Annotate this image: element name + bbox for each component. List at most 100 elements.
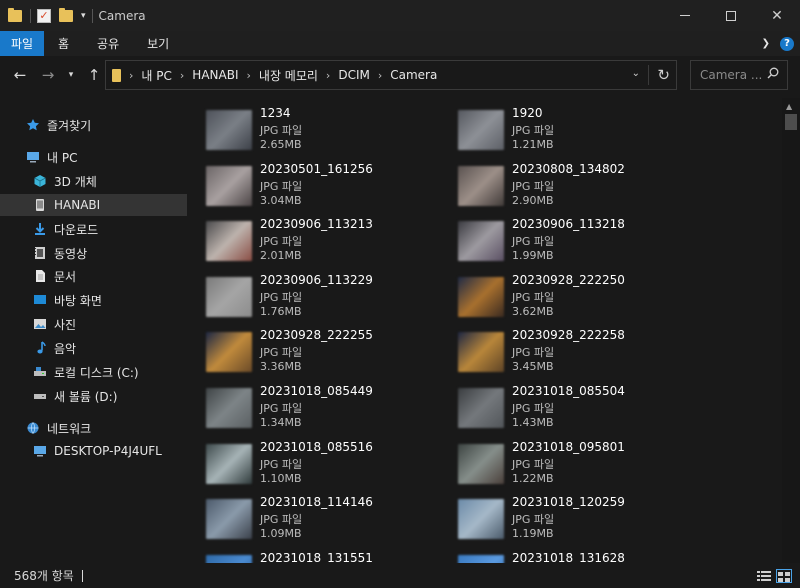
breadcrumb-hanabi[interactable]: HANABI: [192, 68, 238, 82]
sidebar-item-computer[interactable]: 내 PC: [0, 146, 187, 168]
sidebar-item-cube[interactable]: 3D 개체: [0, 170, 187, 192]
file-item[interactable]: 20230928_222255 JPG 파일 3.36MB: [188, 326, 438, 376]
file-item[interactable]: 1234 JPG 파일 2.65MB: [188, 104, 438, 154]
file-thumbnail: [206, 276, 252, 317]
breadcrumb-this-pc[interactable]: 내 PC: [141, 67, 171, 84]
sidebar-item-network[interactable]: 네트워크: [0, 417, 187, 439]
file-item[interactable]: 20231018_085516 JPG 파일 1.10MB: [188, 438, 438, 488]
search-placeholder: Camera ...: [700, 68, 763, 82]
help-icon[interactable]: ?: [780, 36, 794, 51]
sidebar-item-pictures[interactable]: 사진: [0, 313, 187, 335]
file-name: 20231018_114146: [260, 495, 373, 510]
minimize-button[interactable]: [662, 0, 708, 31]
file-item[interactable]: 20231018_120259 JPG 파일 1.19MB: [440, 493, 690, 543]
sidebar-item-label: 즐겨찾기: [47, 118, 92, 133]
properties-icon[interactable]: ✓: [37, 8, 53, 24]
back-button[interactable]: ←: [10, 65, 30, 85]
file-size: 1.99MB: [512, 249, 554, 263]
file-size: 2.01MB: [260, 249, 302, 263]
sidebar-item-video[interactable]: 동영상: [0, 242, 187, 264]
folder-icon[interactable]: [8, 7, 24, 24]
sidebar-item-drive-d[interactable]: 새 볼륨 (D:): [0, 385, 187, 407]
tab-share[interactable]: 공유: [83, 31, 133, 56]
file-item[interactable]: 20230928_222258 JPG 파일 3.45MB: [440, 326, 690, 376]
breadcrumb-separator-icon[interactable]: ›: [378, 69, 382, 82]
file-thumbnail: [206, 110, 252, 150]
breadcrumb-camera[interactable]: Camera: [390, 68, 437, 82]
sidebar-item-label: 네트워크: [47, 421, 92, 436]
file-item[interactable]: 20231018_131551: [188, 549, 438, 563]
file-type: JPG 파일: [260, 179, 303, 193]
file-item[interactable]: 20230501_161256 JPG 파일 3.04MB: [188, 160, 438, 210]
address-bar[interactable]: › 내 PC › HANABI › 내장 메모리 › DCIM › Camera…: [105, 60, 677, 90]
breadcrumb-separator-icon[interactable]: ›: [326, 69, 330, 82]
sidebar-item-label: 내 PC: [47, 150, 78, 165]
sidebar-item-device[interactable]: HANABI: [0, 194, 187, 216]
scroll-up-icon[interactable]: ▲: [786, 102, 792, 111]
new-folder-icon[interactable]: [59, 7, 75, 24]
details-view-icon[interactable]: [757, 570, 771, 582]
tab-view[interactable]: 보기: [133, 31, 183, 56]
tab-home[interactable]: 홈: [44, 31, 83, 56]
file-item[interactable]: 20231018_114146 JPG 파일 1.09MB: [188, 493, 438, 543]
sidebar-item-label: 음악: [54, 341, 77, 356]
file-item[interactable]: 20231018_131628: [440, 549, 690, 563]
file-item[interactable]: 20230928_222250 JPG 파일 3.62MB: [440, 271, 690, 321]
pictures-icon: [33, 317, 47, 331]
sidebar-item-star[interactable]: 즐겨찾기: [0, 114, 187, 136]
expand-ribbon-icon[interactable]: ❯: [762, 38, 770, 49]
up-button[interactable]: ↑: [84, 65, 104, 85]
sidebar-item-download[interactable]: 다운로드: [0, 218, 187, 240]
customize-dropdown-icon[interactable]: ▾: [81, 11, 86, 21]
cube-icon: [33, 174, 47, 188]
file-item[interactable]: 20230906_113213 JPG 파일 2.01MB: [188, 215, 438, 265]
file-item[interactable]: 20231018_085449 JPG 파일 1.34MB: [188, 382, 438, 432]
maximize-button[interactable]: [708, 0, 754, 31]
navigation-bar: ← → ▾ ↑ › 내 PC › HANABI › 내장 메모리 › DCIM …: [0, 56, 800, 94]
recent-locations-button[interactable]: ▾: [64, 65, 78, 85]
sidebar-item-document[interactable]: 문서: [0, 265, 187, 287]
file-name: 20230808_134802: [512, 161, 625, 176]
close-button[interactable]: ✕: [754, 0, 800, 31]
tiles-view-icon[interactable]: [776, 569, 792, 583]
file-type: JPG 파일: [260, 457, 303, 471]
file-type: JPG 파일: [260, 235, 303, 249]
file-thumbnail: [458, 443, 504, 484]
breadcrumb-separator-icon[interactable]: ›: [180, 69, 184, 82]
file-thumbnail: [458, 332, 504, 373]
breadcrumb-separator-icon[interactable]: ›: [247, 69, 251, 82]
file-thumbnail: [206, 499, 252, 540]
tab-file[interactable]: 파일: [0, 31, 44, 56]
sidebar-item-drive-c[interactable]: 로컬 디스크 (C:): [0, 361, 187, 383]
search-box[interactable]: Camera ...: [690, 60, 788, 90]
sidebar-item-music[interactable]: 음악: [0, 337, 187, 359]
file-size: 1.19MB: [512, 527, 554, 541]
sidebar-item-label: 다운로드: [54, 222, 99, 237]
breadcrumb-internal-storage[interactable]: 내장 메모리: [259, 67, 318, 84]
sidebar-item-desktop[interactable]: 바탕 화면: [0, 289, 187, 311]
file-item[interactable]: 20231018_085504 JPG 파일 1.43MB: [440, 382, 690, 432]
file-item[interactable]: 20230808_134802 JPG 파일 2.90MB: [440, 160, 690, 210]
vertical-scrollbar[interactable]: ▲: [782, 98, 800, 563]
breadcrumb-dcim[interactable]: DCIM: [338, 68, 370, 82]
file-item[interactable]: 20231018_095801 JPG 파일 1.22MB: [440, 438, 690, 488]
refresh-icon[interactable]: ↻: [648, 65, 670, 85]
file-size: 1.10MB: [260, 471, 302, 485]
file-type: JPG 파일: [260, 124, 303, 137]
file-type: JPG 파일: [260, 402, 303, 415]
file-item[interactable]: 20230906_113218 JPG 파일 1.99MB: [440, 215, 690, 265]
address-dropdown-icon[interactable]: ⌄: [632, 68, 640, 79]
scrollbar-thumb[interactable]: [785, 114, 797, 130]
file-item[interactable]: 20230906_113229 JPG 파일 1.76MB: [188, 271, 438, 321]
file-thumbnail: [458, 110, 504, 150]
window-title: Camera: [98, 8, 146, 23]
file-thumbnail: [458, 165, 504, 206]
file-thumbnail: [206, 388, 252, 428]
forward-button[interactable]: →: [38, 65, 58, 85]
file-name: 20231018_131551: [260, 550, 373, 563]
sidebar-item-network-computer[interactable]: DESKTOP-P4J4UFL: [0, 440, 187, 462]
breadcrumb-separator-icon[interactable]: ›: [129, 69, 133, 82]
ribbon-tabs: 파일 홈 공유 보기 ❯ ?: [0, 31, 800, 56]
file-type: JPG 파일: [512, 290, 555, 304]
file-item[interactable]: 1920 JPG 파일 1.21MB: [440, 104, 690, 154]
